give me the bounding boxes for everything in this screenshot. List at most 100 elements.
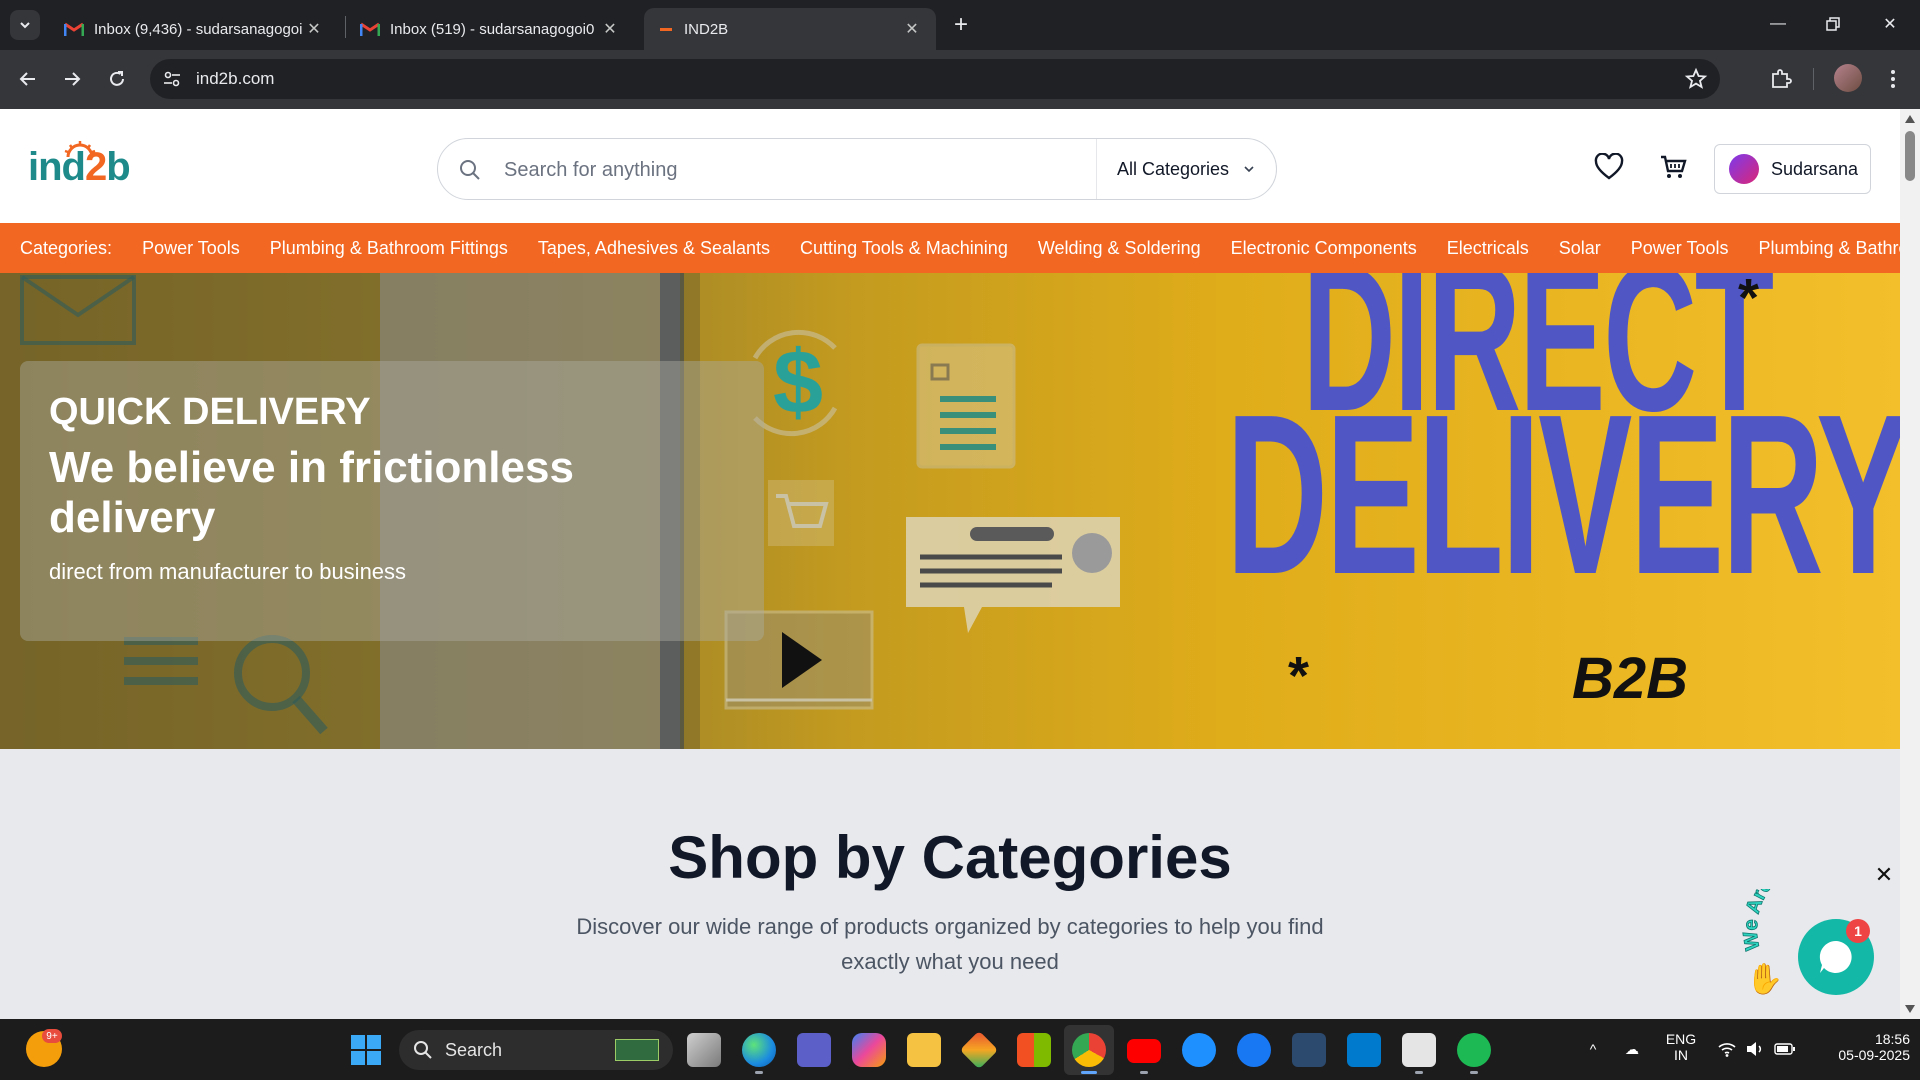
git-icon[interactable] xyxy=(959,1030,999,1070)
wifi-icon[interactable] xyxy=(1716,1039,1738,1059)
wishlist-button[interactable] xyxy=(1593,151,1625,183)
category-link[interactable]: Power Tools xyxy=(142,238,240,259)
close-icon[interactable]: ✕ xyxy=(304,19,324,39)
category-link[interactable]: Cutting Tools & Machining xyxy=(800,238,1008,259)
banner-word-delivery: DELIVERY xyxy=(1226,368,1900,622)
minimize-button[interactable]: — xyxy=(1758,10,1798,38)
reload-button[interactable] xyxy=(102,64,132,94)
windows-taskbar: 9+ Search ^ ☁ ENG IN 18:56 05-09-2025 xyxy=(0,1019,1920,1080)
browser-tab-strip: Inbox (9,436) - sudarsanagogoi ✕ Inbox (… xyxy=(0,0,1920,50)
section-title: Shop by Categories xyxy=(668,824,1232,891)
scroll-up-arrow[interactable] xyxy=(1905,115,1915,123)
clock-time: 18:56 xyxy=(1874,1031,1910,1047)
user-avatar xyxy=(1729,154,1759,184)
profile-avatar[interactable] xyxy=(1834,64,1862,92)
facebook-icon[interactable] xyxy=(1237,1033,1271,1067)
edge-icon[interactable] xyxy=(742,1033,776,1067)
browser-tab-active[interactable]: IND2B ✕ xyxy=(644,8,936,50)
svg-text:✋: ✋ xyxy=(1746,961,1783,997)
back-button[interactable] xyxy=(13,64,43,94)
chat-widget[interactable]: We Are Here! ✋ 1 xyxy=(1742,889,1900,1019)
address-bar[interactable]: ind2b.com xyxy=(150,59,1720,99)
app-cube-icon[interactable] xyxy=(1402,1033,1436,1067)
review-bubble-icon xyxy=(906,517,1120,633)
file-explorer-icon[interactable] xyxy=(907,1033,941,1067)
new-tab-button[interactable]: + xyxy=(948,11,974,38)
search-input[interactable] xyxy=(504,153,1064,187)
taskbar-search[interactable]: Search xyxy=(399,1030,673,1070)
scroll-down-arrow[interactable] xyxy=(1905,1005,1915,1013)
search-bar: All Categories xyxy=(437,138,1277,200)
vscode-icon[interactable] xyxy=(1347,1033,1381,1067)
chevron-down-icon xyxy=(20,22,30,29)
user-name: Sudarsana xyxy=(1771,158,1859,179)
teams-icon[interactable] xyxy=(797,1033,831,1067)
user-account-button[interactable]: Sudarsana xyxy=(1714,144,1871,194)
mysql-workbench-icon[interactable] xyxy=(1292,1033,1326,1067)
chrome-icon[interactable] xyxy=(1072,1033,1106,1067)
restore-button[interactable] xyxy=(1813,10,1853,38)
shop-by-categories-section: Shop by Categories Discover our wide ran… xyxy=(0,749,1900,1019)
tab-title: IND2B xyxy=(684,20,729,38)
tab-search-button[interactable] xyxy=(10,10,40,40)
categories-label: Categories: xyxy=(20,237,113,258)
chat-notification-badge: 1 xyxy=(1846,919,1870,943)
web-page: ind2b All Categories Sudarsana Categorie… xyxy=(0,109,1900,1019)
restore-icon xyxy=(1826,17,1840,31)
close-window-button[interactable]: ✕ xyxy=(1870,10,1910,38)
browser-menu-button[interactable] xyxy=(1880,66,1906,92)
chevron-down-icon xyxy=(1244,166,1254,173)
logo-text-3: b xyxy=(106,145,130,189)
category-link[interactable]: Electricals xyxy=(1447,238,1529,259)
forward-button[interactable] xyxy=(57,64,87,94)
scroll-thumb[interactable] xyxy=(1905,131,1915,181)
chat-close-button[interactable]: ✕ xyxy=(1874,862,1894,887)
language-indicator[interactable]: ENG IN xyxy=(1656,1031,1706,1063)
close-icon[interactable]: ✕ xyxy=(600,19,620,39)
tab-title: Inbox (519) - sudarsanagogoi0 xyxy=(390,20,595,38)
section-description: Discover our wide range of products orga… xyxy=(576,914,1324,974)
tab-title: Inbox (9,436) - sudarsanagogoi xyxy=(94,20,303,38)
microsoft-store-icon[interactable] xyxy=(1017,1033,1051,1067)
hero-kicker: QUICK DELIVERY xyxy=(49,391,371,433)
banner-tag-b2b: B2B xyxy=(1572,646,1689,711)
battery-icon[interactable] xyxy=(1774,1039,1796,1059)
extensions-button[interactable] xyxy=(1768,66,1794,92)
hero-banner[interactable]: $ QUICK DELIVERY We believe in frictionl… xyxy=(0,273,1900,749)
category-link[interactable]: Electronic Components xyxy=(1231,238,1417,259)
category-link[interactable]: Plumbing & Bathroom xyxy=(1758,238,1900,259)
browser-tab[interactable]: Inbox (9,436) - sudarsanagogoi ✕ xyxy=(50,8,338,50)
onedrive-icon[interactable]: ☁ xyxy=(1621,1039,1643,1059)
logo-sun-icon xyxy=(64,141,96,157)
youtube-icon[interactable] xyxy=(1127,1039,1161,1063)
category-link[interactable]: Solar xyxy=(1559,238,1601,259)
category-link[interactable]: Tapes, Adhesives & Sealants xyxy=(538,238,770,259)
browser-toolbar: ind2b.com xyxy=(0,50,1920,109)
page-scrollbar[interactable] xyxy=(1900,109,1920,1019)
envelope-icon xyxy=(20,275,136,345)
windows-start-icon[interactable] xyxy=(351,1035,381,1065)
site-info-icon[interactable] xyxy=(162,69,182,89)
cart-button[interactable] xyxy=(1657,151,1689,183)
battery-glyph xyxy=(1774,1043,1795,1055)
spotify-icon[interactable] xyxy=(1457,1033,1491,1067)
clock[interactable]: 18:56 05-09-2025 xyxy=(1810,1031,1910,1063)
help-icon[interactable] xyxy=(1182,1033,1216,1067)
close-icon[interactable]: ✕ xyxy=(902,19,922,39)
browser-tab[interactable]: Inbox (519) - sudarsanagogoi0 ✕ xyxy=(346,8,634,50)
gmail-icon xyxy=(64,22,84,36)
category-link[interactable]: Welding & Soldering xyxy=(1038,238,1201,259)
arrow-left-icon xyxy=(19,72,35,86)
category-link[interactable]: Plumbing & Bathroom Fittings xyxy=(270,238,508,259)
chevron-up-icon[interactable]: ^ xyxy=(1582,1039,1604,1059)
hero-subtext: direct from manufacturer to business xyxy=(49,559,407,584)
volume-icon[interactable] xyxy=(1744,1039,1766,1059)
category-link[interactable]: Power Tools xyxy=(1631,238,1729,259)
category-dropdown[interactable]: All Categories xyxy=(1096,139,1276,199)
puzzle-icon xyxy=(1772,69,1792,88)
copilot-icon[interactable] xyxy=(852,1033,886,1067)
task-view-icon[interactable] xyxy=(687,1033,721,1067)
bookmark-star-icon[interactable] xyxy=(1684,67,1708,91)
heart-icon xyxy=(1594,153,1624,180)
asterisk-decoration: * xyxy=(1738,273,1760,328)
